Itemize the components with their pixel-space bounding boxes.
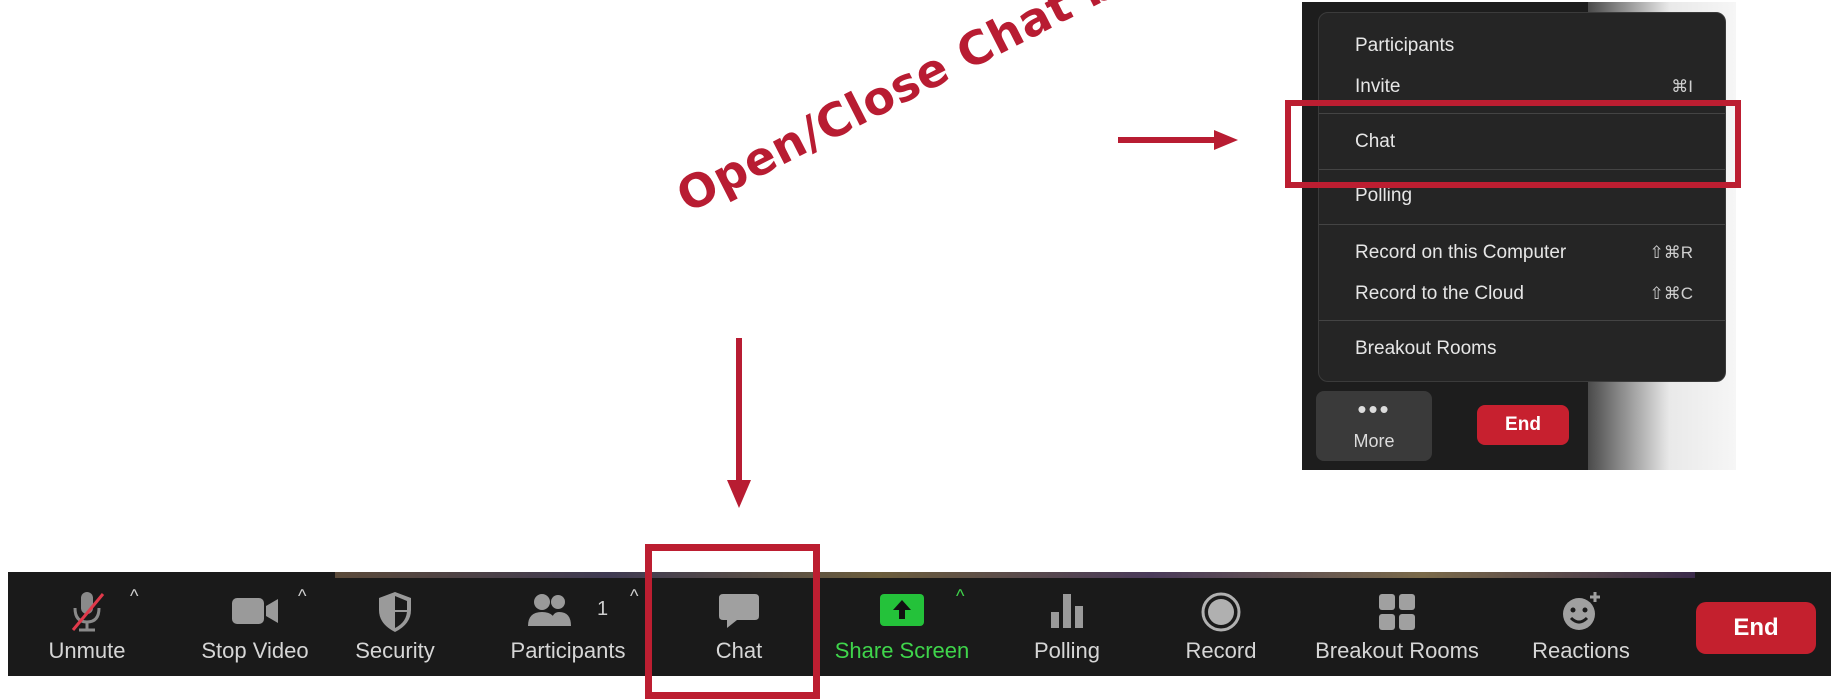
shortcut-label: ⇧⌘R — [1649, 243, 1693, 262]
polling-button[interactable]: Polling — [1014, 586, 1120, 666]
unmute-label: Unmute — [48, 638, 126, 663]
chat-button-highlight — [645, 544, 820, 699]
bar-chart-icon — [1051, 594, 1083, 628]
shortcut-label: ⇧⌘C — [1649, 284, 1693, 303]
polling-label: Polling — [1033, 638, 1101, 663]
participant-count: 1 — [597, 598, 609, 620]
video-options-caret-icon[interactable]: ^ — [298, 586, 306, 607]
annotation-label: Open/Close Chat box — [668, 0, 1181, 224]
menu-divider — [1319, 224, 1725, 225]
security-button[interactable]: Security — [340, 586, 450, 666]
menu-item-record-cloud[interactable]: Record to the Cloud ⇧⌘C — [1355, 279, 1693, 309]
arrow-down-icon — [727, 338, 751, 508]
end-button-small[interactable]: End — [1477, 405, 1569, 445]
shield-icon — [379, 592, 411, 632]
stop-video-button[interactable]: Stop Video — [180, 586, 330, 666]
menu-divider — [1319, 320, 1725, 321]
participants-icon — [528, 594, 571, 626]
participants-button[interactable]: 1 Participants — [493, 586, 643, 666]
chat-menu-highlight — [1285, 100, 1741, 188]
arrow-right-icon — [1118, 130, 1238, 150]
end-meeting-button[interactable]: End — [1696, 602, 1816, 654]
share-screen-label: Share Screen — [834, 638, 970, 663]
unmute-button[interactable]: Unmute — [28, 586, 146, 666]
menu-item-record-computer[interactable]: Record on this Computer ⇧⌘R — [1355, 238, 1693, 268]
muted-microphone-icon — [71, 592, 105, 632]
audio-options-caret-icon[interactable]: ^ — [130, 586, 138, 607]
share-options-caret-icon[interactable]: ^ — [956, 586, 964, 607]
more-label: More — [1353, 431, 1395, 451]
more-button[interactable]: ••• More — [1316, 391, 1432, 461]
record-label: Record — [1185, 638, 1257, 663]
record-button[interactable]: Record — [1168, 586, 1274, 666]
security-label: Security — [355, 638, 435, 663]
share-screen-icon — [880, 594, 924, 626]
meeting-toolbar: Unmute ^ Stop Video ^ Security 1 Partici… — [8, 572, 1831, 676]
video-strip — [335, 572, 1695, 578]
reactions-button[interactable]: Reactions — [1522, 586, 1640, 666]
shortcut-label: ⌘I — [1671, 77, 1693, 96]
smiley-plus-icon — [1563, 592, 1600, 630]
menu-item-invite[interactable]: Invite ⌘I — [1355, 72, 1693, 102]
breakout-rooms-label: Breakout Rooms — [1315, 638, 1479, 663]
menu-item-participants[interactable]: Participants — [1355, 31, 1693, 61]
more-menu-screenshot: Participants Invite ⌘I Chat Polling Reco… — [1302, 2, 1736, 470]
more-dots-icon: ••• — [1357, 394, 1391, 424]
participants-options-caret-icon[interactable]: ^ — [630, 586, 638, 607]
breakout-rooms-grid-icon — [1379, 594, 1415, 630]
more-menu: Participants Invite ⌘I Chat Polling Reco… — [1318, 12, 1726, 382]
video-camera-icon — [232, 598, 278, 624]
record-icon — [1201, 592, 1241, 632]
reactions-label: Reactions — [1532, 638, 1630, 663]
participants-label: Participants — [510, 638, 626, 663]
menu-item-breakout-rooms[interactable]: Breakout Rooms — [1355, 334, 1693, 364]
breakout-rooms-button[interactable]: Breakout Rooms — [1308, 586, 1486, 666]
stop-video-label: Stop Video — [201, 638, 309, 663]
